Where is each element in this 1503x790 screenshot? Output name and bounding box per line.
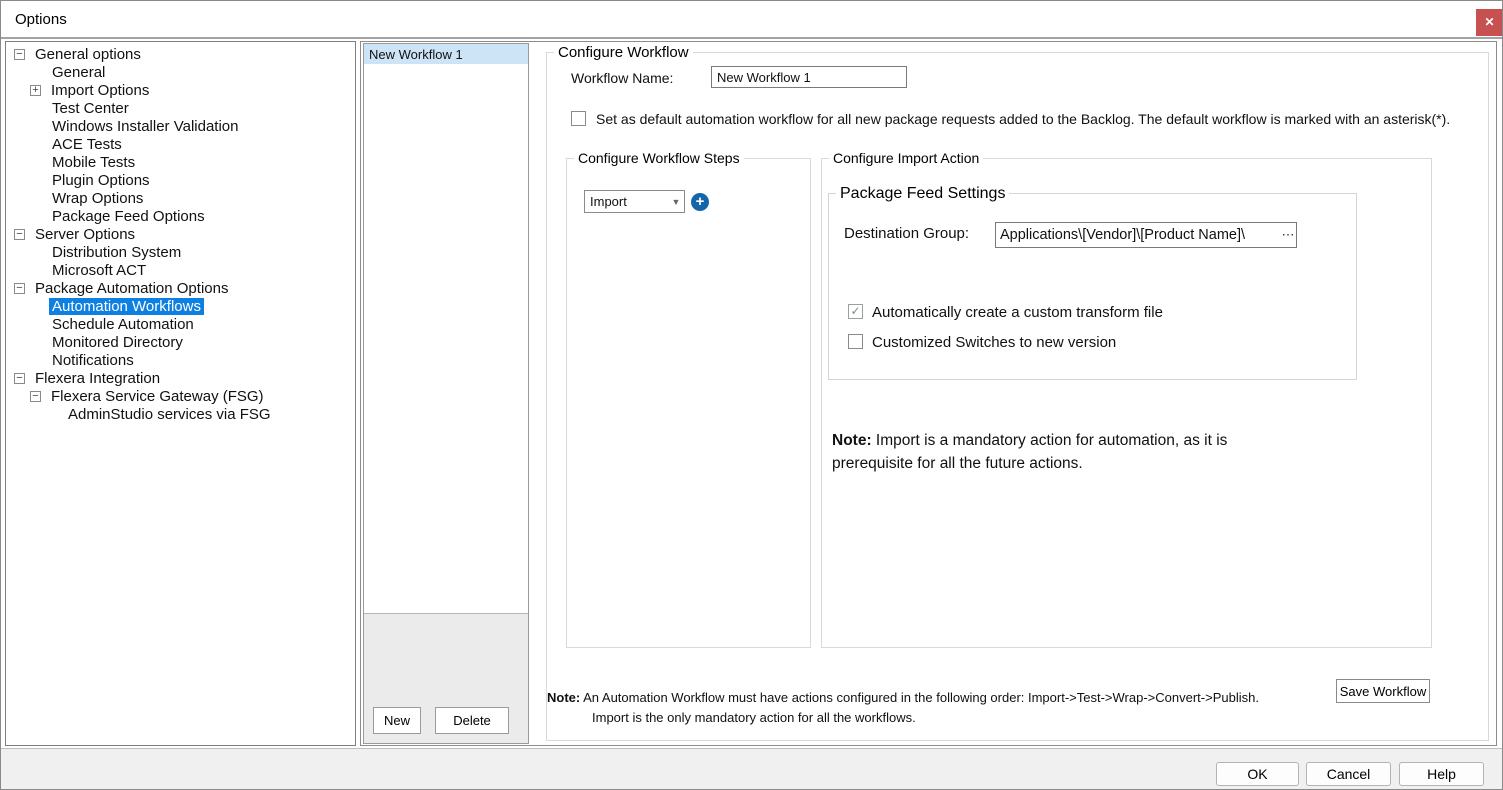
tree-item-label[interactable]: Distribution System (49, 244, 184, 261)
tree-item[interactable]: −Flexera Integration (6, 369, 355, 387)
add-step-icon[interactable]: + (691, 193, 709, 211)
destination-group-field[interactable]: Applications\[Vendor]\[Product Name]\ ⋯ (995, 222, 1297, 248)
tree-item-label[interactable]: General (49, 64, 108, 81)
workflow-order-note-line1: An Automation Workflow must have actions… (580, 690, 1259, 705)
tree-item-label[interactable]: Flexera Integration (32, 370, 163, 387)
step-select[interactable]: Import ▼ (584, 190, 685, 213)
workflow-order-note-bold: Note: (547, 690, 580, 705)
workflow-name-input[interactable]: New Workflow 1 (711, 66, 907, 88)
create-transform-checkbox-label: Automatically create a custom transform … (872, 304, 1163, 321)
browse-icon[interactable]: ⋯ (1280, 227, 1296, 243)
tree-item-label[interactable]: Monitored Directory (49, 334, 186, 351)
import-note: Note: Import is a mandatory action for a… (832, 429, 1257, 475)
collapse-icon[interactable]: − (14, 229, 25, 240)
tree-item-label[interactable]: Mobile Tests (49, 154, 138, 171)
close-icon[interactable]: ✕ (1476, 9, 1503, 36)
tree-item[interactable]: Test Center (6, 99, 355, 117)
tree-item-label[interactable]: Microsoft ACT (49, 262, 149, 279)
tree-item[interactable]: Microsoft ACT (6, 261, 355, 279)
tree-item[interactable]: −Server Options (6, 225, 355, 243)
tree-item-label[interactable]: Import Options (48, 82, 152, 99)
create-transform-checkbox[interactable]: ✓ (848, 304, 863, 319)
tree-item-label[interactable]: Automation Workflows (49, 298, 204, 315)
workflow-steps-title: Configure Workflow Steps (574, 150, 744, 166)
destination-group-label: Destination Group: (844, 225, 969, 242)
dialog-footer: OK Cancel Help (1, 748, 1502, 790)
tree-item-label[interactable]: Wrap Options (49, 190, 146, 207)
collapse-icon[interactable]: − (14, 49, 25, 60)
delete-workflow-button[interactable]: Delete (435, 707, 509, 734)
customized-switches-checkbox-label: Customized Switches to new version (872, 334, 1116, 351)
tree-item[interactable]: −General options (6, 45, 355, 63)
cancel-button[interactable]: Cancel (1306, 762, 1391, 786)
tree-item-label[interactable]: Windows Installer Validation (49, 118, 241, 135)
default-workflow-checkbox[interactable] (571, 111, 586, 126)
import-action-title: Configure Import Action (829, 150, 983, 166)
import-note-text: Import is a mandatory action for automat… (832, 432, 1227, 472)
tree-item-label[interactable]: Plugin Options (49, 172, 153, 189)
tree-item[interactable]: Mobile Tests (6, 153, 355, 171)
options-dialog: Options ✕ −General optionsGeneral+Import… (0, 0, 1503, 790)
chevron-down-icon: ▼ (668, 197, 684, 207)
tree-item[interactable]: Monitored Directory (6, 333, 355, 351)
tree-item-label[interactable]: ACE Tests (49, 136, 125, 153)
tree-item-label[interactable]: Schedule Automation (49, 316, 197, 333)
default-workflow-checkbox-label: Set as default automation workflow for a… (596, 111, 1450, 127)
tree-item-label[interactable]: General options (32, 46, 144, 63)
tree-item-label[interactable]: Test Center (49, 100, 132, 117)
ok-button[interactable]: OK (1216, 762, 1299, 786)
customized-switches-checkbox[interactable] (848, 334, 863, 349)
workflow-steps-group: Configure Workflow Steps (566, 158, 811, 648)
titlebar: Options ✕ (1, 1, 1502, 39)
tree-item[interactable]: Wrap Options (6, 189, 355, 207)
tree-item[interactable]: Package Feed Options (6, 207, 355, 225)
tree-item[interactable]: ACE Tests (6, 135, 355, 153)
tree-item[interactable]: + Import Options (6, 81, 355, 99)
workflow-name-label: Workflow Name: (571, 70, 673, 86)
collapse-icon[interactable]: − (14, 283, 25, 294)
step-select-value: Import (585, 194, 668, 209)
tree-item[interactable]: −Package Automation Options (6, 279, 355, 297)
destination-group-value: Applications\[Vendor]\[Product Name]\ (996, 227, 1280, 243)
tree-item[interactable]: Windows Installer Validation (6, 117, 355, 135)
collapse-icon[interactable]: − (14, 373, 25, 384)
tree-item[interactable]: Plugin Options (6, 171, 355, 189)
workflow-listbox[interactable]: New Workflow 1 (364, 44, 528, 614)
tree-item[interactable]: General (6, 63, 355, 81)
workflow-order-note-line2: Import is the only mandatory action for … (547, 708, 1307, 728)
tree-item[interactable]: AdminStudio services via FSG (6, 405, 355, 423)
help-button[interactable]: Help (1399, 762, 1484, 786)
tree-item[interactable]: Schedule Automation (6, 315, 355, 333)
save-workflow-button[interactable]: Save Workflow (1336, 679, 1430, 703)
import-note-bold: Note: (832, 432, 872, 449)
tree-item-label[interactable]: Notifications (49, 352, 137, 369)
tree-item-label[interactable]: AdminStudio services via FSG (65, 406, 274, 423)
package-feed-title: Package Feed Settings (836, 185, 1009, 203)
tree-item[interactable]: Automation Workflows (6, 297, 355, 315)
collapse-icon[interactable]: − (30, 391, 41, 402)
workflow-order-note: Note: An Automation Workflow must have a… (547, 688, 1307, 728)
tree-item-label[interactable]: Package Automation Options (32, 280, 231, 297)
expand-icon[interactable]: + (30, 85, 41, 96)
tree-item[interactable]: Distribution System (6, 243, 355, 261)
tree-item[interactable]: −Flexera Service Gateway (FSG) (6, 387, 355, 405)
tree-item-label[interactable]: Server Options (32, 226, 138, 243)
workflow-list-item[interactable]: New Workflow 1 (364, 44, 528, 64)
options-tree: −General optionsGeneral+Import OptionsTe… (5, 41, 356, 746)
workflow-list-panel: New Workflow 1 (363, 43, 529, 744)
new-workflow-button[interactable]: New (373, 707, 421, 734)
tree-item[interactable]: Notifications (6, 351, 355, 369)
dialog-title: Options (15, 11, 67, 28)
tree-item-label[interactable]: Package Feed Options (49, 208, 208, 225)
tree-item-label[interactable]: Flexera Service Gateway (FSG) (48, 388, 267, 405)
configure-workflow-title: Configure Workflow (554, 44, 693, 61)
